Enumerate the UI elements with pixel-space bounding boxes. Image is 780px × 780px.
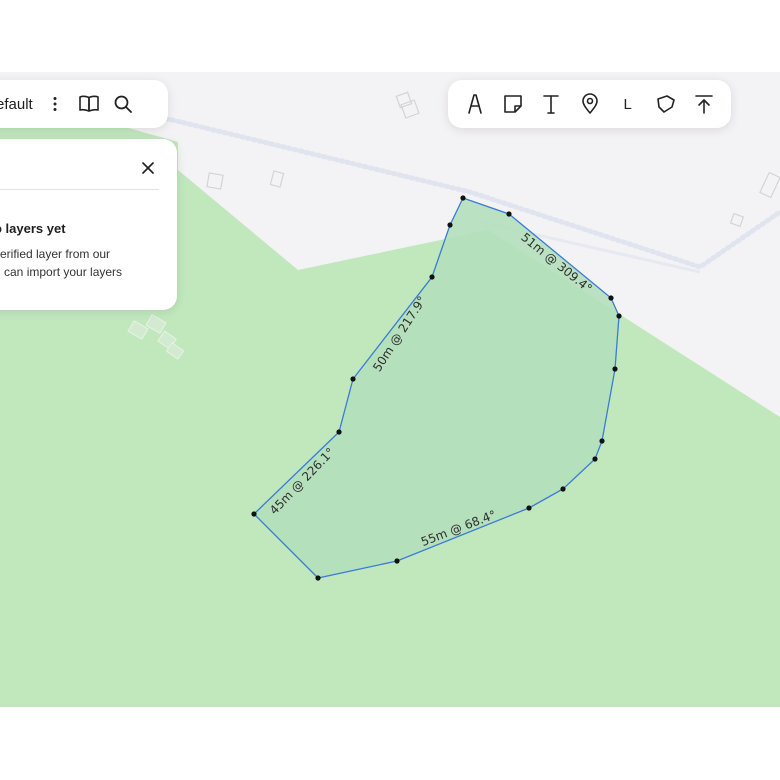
- book-open-icon[interactable]: [72, 87, 106, 121]
- vertex: [526, 505, 532, 511]
- vertex: [560, 486, 566, 492]
- more-vertical-icon[interactable]: [38, 87, 72, 121]
- text-t-icon[interactable]: [534, 87, 568, 121]
- vertex: [608, 295, 614, 301]
- vertex: [429, 274, 435, 280]
- vertex: [447, 222, 453, 228]
- vertex: [599, 438, 605, 444]
- divider: [0, 189, 159, 190]
- vertex: [315, 575, 321, 581]
- vertex: [350, 376, 356, 382]
- vertex: [616, 313, 622, 319]
- empty-state-heading: o layers yet: [0, 221, 66, 236]
- vertex: [592, 456, 598, 462]
- map-pin-icon[interactable]: [573, 87, 607, 121]
- vertex: [506, 211, 512, 217]
- vertex: [460, 195, 466, 201]
- upload-arrow-icon[interactable]: [687, 87, 721, 121]
- layers-panel: o layers yet verified layer from our u c…: [0, 139, 177, 310]
- polygon-icon[interactable]: [649, 87, 683, 121]
- close-icon[interactable]: [137, 157, 159, 179]
- search-icon[interactable]: [106, 87, 140, 121]
- layer-name[interactable]: efault: [0, 96, 38, 113]
- vertex: [394, 558, 400, 564]
- draw-toolbar: L: [448, 80, 731, 128]
- empty-state-text: u can import your layers: [0, 265, 123, 279]
- layer-toolbar: efault: [0, 80, 168, 128]
- text-tool-icon[interactable]: [458, 87, 492, 121]
- line-tool-label: L: [623, 95, 632, 113]
- vertex: [612, 366, 618, 372]
- vertex: [336, 429, 342, 435]
- line-tool[interactable]: L: [611, 87, 645, 121]
- empty-state-text: verified layer from our: [0, 247, 111, 261]
- vertex: [251, 511, 257, 517]
- sticky-note-icon[interactable]: [496, 87, 530, 121]
